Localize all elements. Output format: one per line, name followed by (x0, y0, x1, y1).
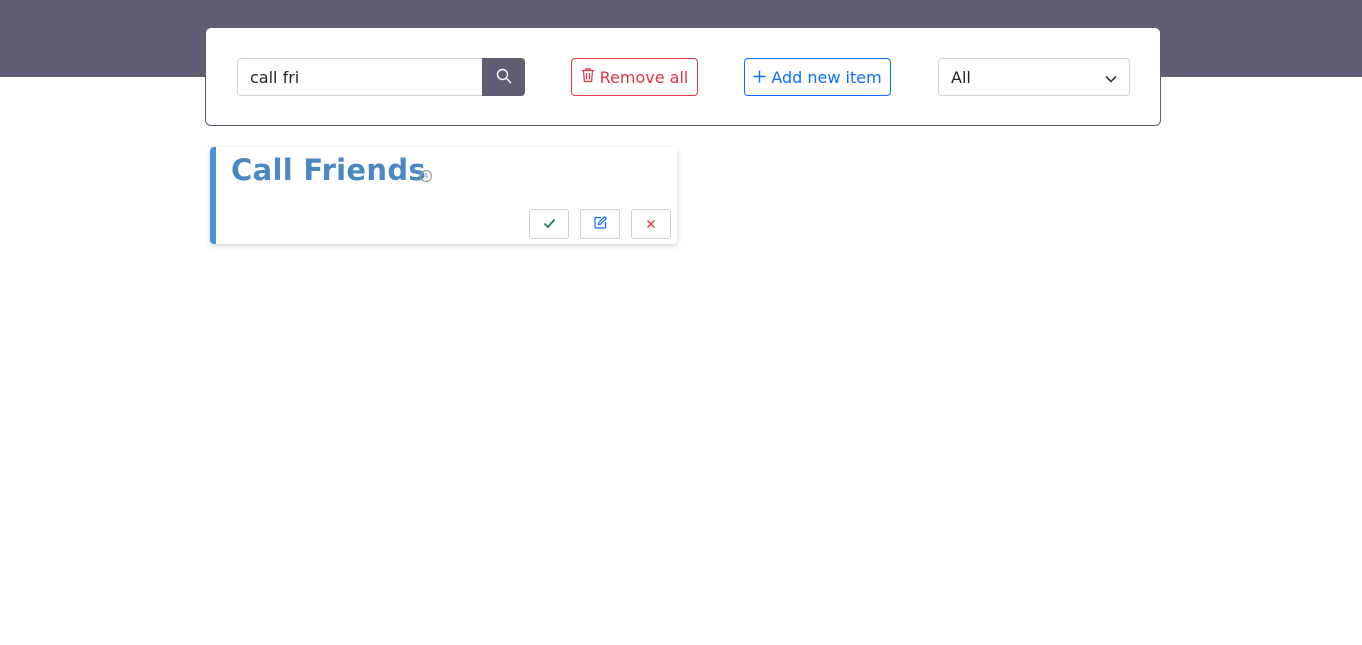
remove-all-button[interactable]: Remove all (571, 58, 698, 96)
filter-select[interactable]: All (938, 58, 1130, 96)
complete-button[interactable] (529, 209, 569, 239)
add-new-item-button[interactable]: Add new item (744, 58, 891, 96)
trash-icon (581, 67, 595, 87)
remove-all-label: Remove all (599, 67, 689, 87)
todo-title: Call Friends (231, 153, 426, 187)
plus-icon (753, 68, 766, 87)
close-icon (646, 217, 656, 232)
clock-icon (419, 168, 433, 187)
delete-button[interactable] (631, 209, 671, 239)
search-icon (496, 68, 512, 87)
add-new-item-label: Add new item (771, 67, 882, 87)
filter-selected-value: All (951, 67, 971, 87)
search-button[interactable] (482, 58, 525, 96)
todo-card: Call Friends (210, 147, 677, 244)
toolbar-panel: Remove all Add new item All (205, 27, 1161, 126)
check-icon (543, 217, 556, 232)
chevron-down-icon (1105, 68, 1117, 87)
edit-button[interactable] (580, 209, 620, 239)
search-input[interactable] (237, 58, 483, 96)
edit-icon (593, 215, 607, 232)
